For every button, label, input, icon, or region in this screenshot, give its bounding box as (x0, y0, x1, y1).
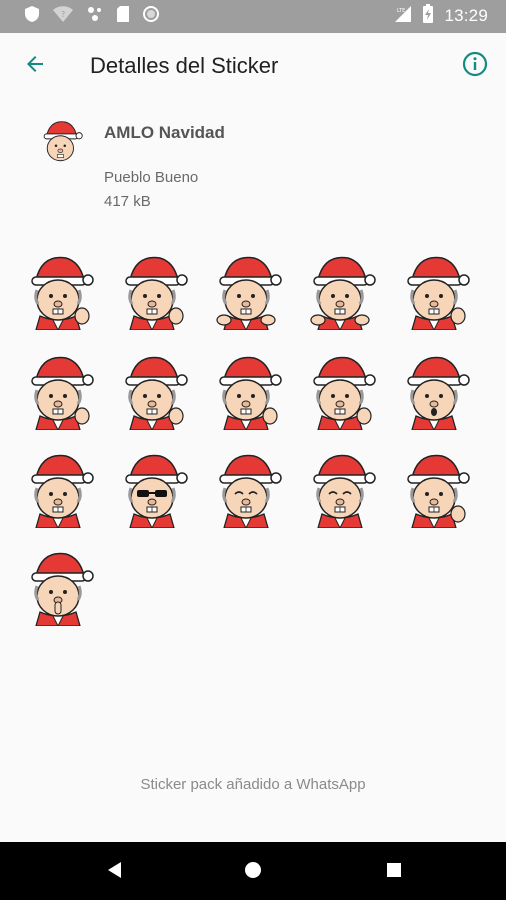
signal-icon: LTE (394, 5, 412, 28)
sticker-peace-sign-icon (219, 356, 282, 432)
assistant-icon (86, 5, 104, 28)
sticker-item[interactable] (116, 350, 190, 432)
wifi-icon: ? (52, 5, 74, 28)
sticker-item[interactable] (210, 448, 284, 530)
sd-card-icon (116, 5, 130, 28)
sticker-item[interactable] (398, 350, 472, 432)
recents-square-icon (385, 861, 403, 884)
sticker-laughing-icon (219, 454, 282, 530)
sticker-peace-sign-icon (407, 256, 470, 332)
home-circle-icon (243, 860, 263, 885)
sticker-peace-sign-icon (125, 356, 188, 432)
status-bar-right-icons: LTE 13:29 (394, 3, 488, 29)
shield-icon (24, 5, 40, 28)
sticker-item[interactable] (304, 350, 378, 432)
sticker-shush-icon (31, 552, 94, 628)
sticker-item[interactable] (304, 250, 378, 332)
sticker-item[interactable] (116, 250, 190, 332)
sticker-blank-stare-icon (313, 454, 376, 530)
sticker-item[interactable] (210, 250, 284, 332)
added-to-whatsapp-message: Sticker pack añadido a WhatsApp (140, 776, 366, 793)
sticker-item[interactable] (304, 448, 378, 530)
sticker-item[interactable] (398, 448, 472, 530)
status-time: 13:29 (444, 6, 488, 25)
info-outline-icon (462, 51, 488, 82)
back-triangle-icon (105, 860, 123, 885)
sticker-hands-together-icon (216, 256, 282, 332)
sticker-item[interactable] (398, 250, 472, 332)
sticker-item[interactable] (22, 546, 96, 628)
pack-tray-icon (36, 117, 86, 167)
status-bar: ? LTE 13:29 (0, 0, 506, 33)
info-button[interactable] (460, 51, 490, 81)
pack-name: AMLO Navidad (104, 123, 225, 142)
svg-text:LTE: LTE (397, 8, 405, 14)
sticker-item[interactable] (116, 448, 190, 530)
pack-publisher: Pueblo Bueno (104, 169, 199, 186)
sticker-item[interactable] (210, 350, 284, 432)
circle-icon (142, 5, 160, 28)
svg-text:?: ? (61, 10, 65, 19)
battery-icon (422, 3, 434, 29)
sticker-surprised-icon (407, 356, 470, 432)
sticker-open-arms-icon (310, 256, 376, 332)
sticker-item[interactable] (22, 250, 96, 332)
sticker-sunglasses-icon (125, 454, 188, 530)
sticker-item[interactable] (22, 448, 96, 530)
navigation-bar (0, 842, 506, 900)
sticker-wave-icon (31, 356, 94, 432)
sticker-smile-icon (31, 454, 94, 530)
sticker-face-icon (43, 121, 83, 162)
nav-home-button[interactable] (239, 858, 267, 886)
sticker-ok-sign-icon (407, 454, 470, 530)
arrow-back-icon (23, 52, 47, 81)
page-title: Detalles del Sticker (90, 53, 279, 78)
sticker-thumbs-down-icon (125, 256, 188, 332)
sticker-pointing-icon (313, 356, 376, 432)
sticker-item[interactable] (22, 350, 96, 432)
back-button[interactable] (18, 49, 52, 83)
nav-recents-button[interactable] (380, 858, 408, 886)
pack-size: 417 kB (104, 193, 151, 210)
app-bar: Detalles del Sticker (0, 33, 506, 99)
sticker-thumbs-up-icon (31, 256, 94, 332)
nav-back-button[interactable] (100, 858, 128, 886)
status-bar-left-icons: ? (24, 5, 160, 28)
